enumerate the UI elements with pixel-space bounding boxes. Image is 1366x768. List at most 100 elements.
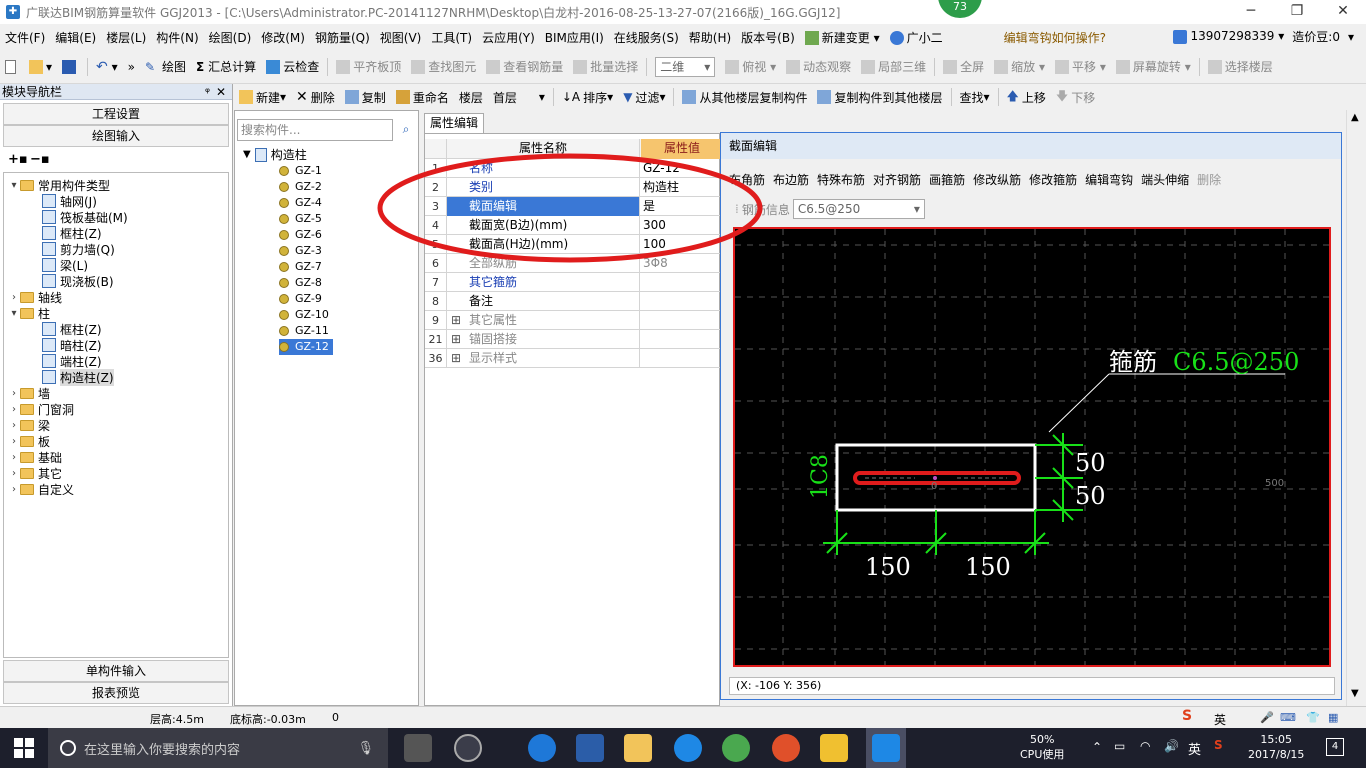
expand-icon[interactable]: ⊞ xyxy=(451,311,461,330)
section-tool-button[interactable]: 端头伸缩 xyxy=(1141,171,1189,188)
close-button[interactable]: ✕ xyxy=(1320,0,1366,24)
green-app-icon[interactable] xyxy=(722,734,750,762)
expand-all-icon[interactable]: +▪ xyxy=(8,152,28,167)
store-icon[interactable] xyxy=(576,734,604,762)
section-tool-button[interactable]: 画箍筋 xyxy=(929,171,965,188)
menu-assistant[interactable]: 广小二 xyxy=(885,29,948,46)
tree-item[interactable]: 框柱(Z) xyxy=(42,225,102,241)
expand-icon[interactable]: ⊞ xyxy=(451,330,461,349)
tree-item[interactable]: 轴网(J) xyxy=(42,193,97,209)
chevron-up-icon[interactable]: ⌃ xyxy=(1092,740,1102,754)
tree-item[interactable]: 现浇板(B) xyxy=(42,273,114,289)
active-app-icon[interactable] xyxy=(866,728,906,768)
cloud-check-button[interactable]: 云检查 xyxy=(261,58,324,75)
menu-rebar[interactable]: 钢筋量(Q) xyxy=(310,29,375,46)
tree-item[interactable]: 梁(L) xyxy=(42,257,88,273)
cpu-usage[interactable]: 50% CPU使用 xyxy=(1020,732,1064,762)
price-beans[interactable]: 造价豆:0 xyxy=(1292,28,1340,45)
menu-view[interactable]: 视图(V) xyxy=(375,29,427,46)
vertical-scrollbar[interactable]: ▲ ▼ xyxy=(1346,110,1366,706)
menu-bim[interactable]: BIM应用(I) xyxy=(540,29,609,46)
rename-button[interactable]: 重命名 xyxy=(391,89,454,106)
save-button[interactable] xyxy=(57,59,84,74)
dynamic-view-button[interactable]: 动态观察 xyxy=(781,58,856,75)
menu-component[interactable]: 构件(N) xyxy=(151,29,203,46)
chevron-right-icon[interactable]: › xyxy=(8,468,20,479)
property-value[interactable] xyxy=(641,292,721,311)
glodon-app2-icon[interactable] xyxy=(772,734,800,762)
restore-button[interactable]: ❐ xyxy=(1274,0,1320,24)
pan-button[interactable]: 平移 ▾ xyxy=(1050,58,1111,75)
section-tool-button[interactable]: 修改纵筋 xyxy=(973,171,1021,188)
menu-file[interactable]: 文件(F) xyxy=(0,29,50,46)
collapse-all-icon[interactable]: −▪ xyxy=(30,152,50,167)
section-tool-button[interactable]: 编辑弯钩 xyxy=(1085,171,1133,188)
chevron-down-icon[interactable]: ▾ xyxy=(8,308,20,319)
move-up-button[interactable]: 🡅 上移 xyxy=(1002,87,1051,108)
file-explorer-icon[interactable] xyxy=(624,734,652,762)
property-value[interactable] xyxy=(641,349,721,368)
tree-folder[interactable]: › 基础 xyxy=(8,449,62,465)
more-button[interactable]: » xyxy=(123,60,140,74)
property-row[interactable]: 9 ⊞ 其它属性 xyxy=(425,311,721,330)
expand-icon[interactable]: ⊞ xyxy=(451,349,461,368)
component-list-item[interactable]: GZ-1 xyxy=(279,163,322,179)
copy-to-floor-button[interactable]: 复制构件到其他楼层 xyxy=(812,89,947,106)
find-button[interactable]: 查找 ▾ xyxy=(955,89,995,106)
component-list-item[interactable]: GZ-12 xyxy=(279,339,333,355)
tree-folder[interactable]: › 轴线 xyxy=(8,289,62,305)
component-list-item[interactable]: GZ-3 xyxy=(279,243,322,259)
tree-folder[interactable]: › 其它 xyxy=(8,465,62,481)
open-file-button[interactable]: ▾ xyxy=(24,59,57,74)
task-view-icon[interactable] xyxy=(404,734,432,762)
tree-folder[interactable]: ▾ 柱 xyxy=(8,305,50,321)
new-component-button[interactable]: 新建 ▾ xyxy=(234,89,291,106)
delete-component-button[interactable]: ✕ 删除 xyxy=(291,89,340,106)
menu-floor[interactable]: 楼层(L) xyxy=(101,29,151,46)
component-list-item[interactable]: GZ-10 xyxy=(279,307,329,323)
draw-button[interactable]: ✎ 绘图 xyxy=(140,58,191,75)
edge-browser-icon[interactable] xyxy=(528,734,556,762)
tree-folder[interactable]: › 门窗洞 xyxy=(8,401,74,417)
tab-property-edit[interactable]: 属性编辑 xyxy=(424,113,484,133)
scroll-down-icon[interactable]: ▼ xyxy=(1351,688,1359,699)
component-list-item[interactable]: GZ-2 xyxy=(279,179,322,195)
section-tool-button[interactable]: 布边筋 xyxy=(773,171,809,188)
sum-calc-button[interactable]: Σ 汇总计算 xyxy=(191,58,261,75)
tree-folder[interactable]: › 自定义 xyxy=(8,481,74,497)
component-list-item[interactable]: GZ-9 xyxy=(279,291,322,307)
menu-modify[interactable]: 修改(M) xyxy=(256,29,310,46)
price-dropdown-icon[interactable]: ▾ xyxy=(1348,30,1354,44)
volume-icon[interactable]: 🔊 xyxy=(1164,739,1179,753)
copy-component-button[interactable]: 复制 xyxy=(340,89,391,106)
filter-button[interactable]: ▼ 过滤 ▾ xyxy=(618,89,670,106)
view-rebar-button[interactable]: 查看钢筋量 xyxy=(481,58,568,75)
zoom-button[interactable]: 缩放 ▾ xyxy=(989,58,1050,75)
battery-icon[interactable]: ▭ xyxy=(1114,739,1125,753)
top-view-button[interactable]: 俯视 ▾ xyxy=(720,58,781,75)
tree-item[interactable]: 筏板基础(M) xyxy=(42,209,128,225)
single-component-input-button[interactable]: 单构件输入 xyxy=(3,660,229,682)
microphone-icon[interactable]: 🎤 xyxy=(1260,711,1274,724)
rebar-info-select[interactable]: C6.5@250 ▾ xyxy=(792,199,925,219)
ime-mode-label[interactable]: 英 xyxy=(1214,711,1226,728)
menu-draw[interactable]: 绘图(D) xyxy=(204,29,257,46)
undo-button[interactable]: ↶ ▾ xyxy=(91,59,123,75)
menu-help[interactable]: 帮助(H) xyxy=(684,29,736,46)
chevron-down-icon[interactable]: ▾ xyxy=(8,180,20,191)
sogou-tray-icon[interactable]: S xyxy=(1214,738,1223,752)
section-tool-button[interactable]: 删除 xyxy=(1197,171,1221,188)
menu-tools[interactable]: 工具(T) xyxy=(426,29,477,46)
tree-folder[interactable]: ▾ 常用构件类型 xyxy=(8,177,110,193)
close-icon[interactable]: ✕ xyxy=(216,84,226,100)
move-down-button[interactable]: 🡇 下移 xyxy=(1051,87,1100,108)
property-value[interactable] xyxy=(641,330,721,349)
component-list-item[interactable]: GZ-7 xyxy=(279,259,322,275)
help-hint[interactable]: 编辑弯钩如何操作? xyxy=(1004,29,1106,46)
search-input[interactable]: 搜索构件... xyxy=(237,119,393,141)
section-tool-button[interactable]: 对齐钢筋 xyxy=(873,171,921,188)
view-mode-select[interactable]: 二维 ▾ xyxy=(650,56,720,77)
component-list-item[interactable]: GZ-6 xyxy=(279,227,322,243)
property-row[interactable]: 21 ⊞ 锚固搭接 xyxy=(425,330,721,349)
account-menu[interactable]: 13907298339 ▾ xyxy=(1173,29,1284,44)
